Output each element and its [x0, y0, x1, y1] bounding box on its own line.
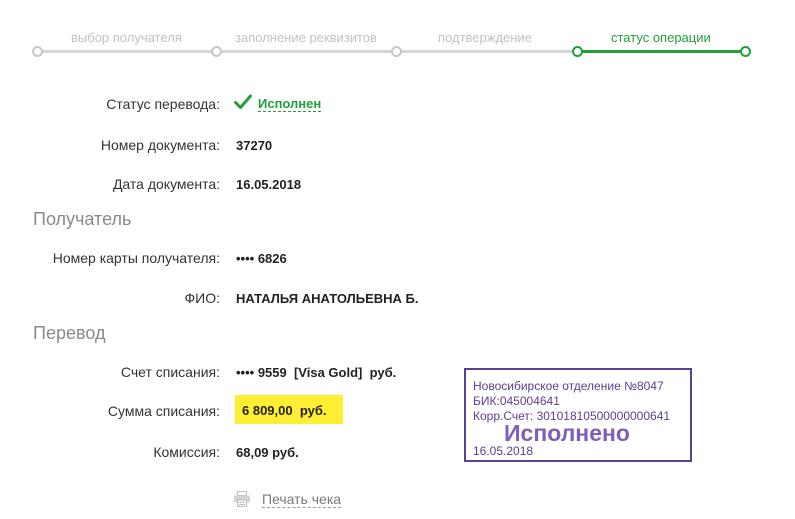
stamp-branch: Новосибирское отделение №8047 — [473, 379, 664, 393]
stamp-date: 16.05.2018 — [473, 444, 534, 458]
fee-value: 68,09 руб. — [236, 445, 299, 460]
stamp-bik: БИК:045004641 — [473, 394, 560, 408]
document-number-label: Номер документа: — [100, 137, 220, 153]
recipient-name-value: НАТАЛЬЯ АНАТОЛЬЕВНА Б. — [236, 291, 419, 306]
step-label-details-fill: заполнение реквизитов — [235, 30, 377, 45]
stepper-track-completed — [37, 50, 577, 53]
step-label-operation-status: статус операции — [611, 30, 711, 45]
document-number-value: 37270 — [236, 138, 273, 153]
printer-icon — [233, 490, 251, 508]
recipient-card-label: Номер карты получателя: — [52, 250, 220, 266]
step-label-confirmation: подтверждение — [438, 30, 532, 45]
step-dot-1 — [32, 46, 43, 57]
step-dot-3 — [391, 46, 402, 57]
progress-stepper: выбор получателя заполнение реквизитов п… — [0, 0, 795, 60]
recipient-card-value: •••• 6826 — [236, 251, 287, 266]
document-date-value: 16.05.2018 — [236, 177, 302, 192]
recipient-name-label: ФИО: — [184, 290, 221, 306]
document-date-label: Дата документа: — [112, 176, 220, 192]
status-value-link[interactable]: Исполнен — [258, 96, 322, 112]
debit-account-label: Счет списания: — [120, 364, 220, 380]
stepper-track-active — [577, 50, 745, 53]
debit-account-value: •••• 9559 [Visa Gold] руб. — [236, 365, 397, 380]
bank-stamp: Новосибирское отделение №8047 БИК:045004… — [464, 368, 692, 462]
transfer-section-title: Перевод — [33, 323, 106, 343]
checkmark-icon — [234, 94, 252, 110]
debit-amount-highlight: 6 809,00 руб. — [235, 395, 343, 424]
stamp-executed-text: Исполнено — [504, 420, 630, 446]
fee-label: Комиссия: — [153, 444, 220, 460]
print-receipt-label: Печать чека — [262, 491, 342, 508]
debit-amount-value: 6 809,00 руб. — [242, 403, 327, 418]
step-dot-5 — [740, 46, 751, 57]
status-label: Статус перевода: — [106, 96, 220, 112]
step-label-recipient-select: выбор получателя — [71, 30, 182, 45]
debit-amount-label: Сумма списания: — [107, 403, 220, 419]
recipient-section-title: Получатель — [33, 209, 132, 229]
step-dot-4 — [572, 46, 583, 57]
step-dot-2 — [211, 46, 222, 57]
